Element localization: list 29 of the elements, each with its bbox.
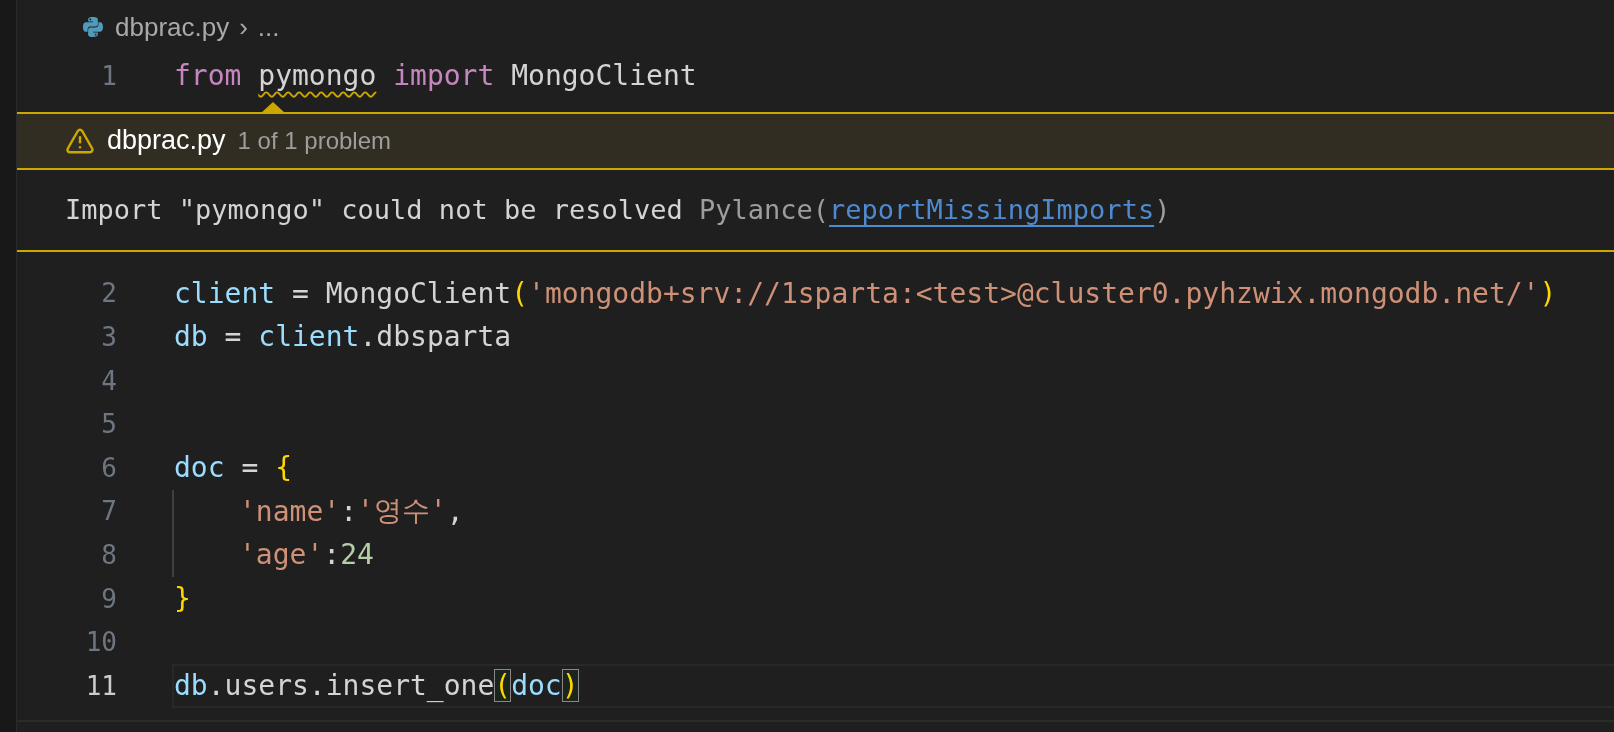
code-line: doc = { xyxy=(173,450,293,487)
problem-message: Import "pymongo" could not be resolved xyxy=(65,194,684,226)
rule-link[interactable]: reportMissingImports xyxy=(829,194,1155,226)
line-number: 9 xyxy=(100,583,117,614)
code-line: 'age':24 xyxy=(172,533,1614,577)
line-number: 5 xyxy=(100,409,117,440)
closing-paren: ) xyxy=(1154,194,1171,226)
current-code-line: db.users.insert_one(doc) xyxy=(172,663,1614,708)
line-number: 10 xyxy=(84,627,117,658)
line-number: 7 xyxy=(100,496,117,527)
problem-count: 1 of 1 problem xyxy=(237,126,391,155)
breadcrumb-more[interactable]: ... xyxy=(257,11,280,43)
line-number: 4 xyxy=(100,365,117,396)
code-line: from pymongo import MongoClient xyxy=(173,58,698,95)
code-line: db = client.dbsparta xyxy=(173,319,513,356)
breadcrumb-file[interactable]: dbprac.py xyxy=(115,11,230,43)
code-line: client = MongoClient('mongodb+srv://1sparta:<test>@cluster0.pyhzwix.mongodb.net/') xyxy=(173,275,1558,312)
code-line: } xyxy=(173,581,192,618)
breadcrumb-separator: › xyxy=(239,11,248,43)
line-number: 1 xyxy=(100,60,117,91)
code-line: 'name':'영수', xyxy=(172,489,1614,534)
problem-file-name: dbprac.py xyxy=(107,125,226,157)
line-number: 6 xyxy=(100,452,117,483)
problem-source: Pylance( xyxy=(699,194,830,226)
line-number: 2 xyxy=(100,278,117,309)
line-number: 3 xyxy=(100,322,117,352)
line-number: 11 xyxy=(84,670,117,701)
line-number: 8 xyxy=(100,539,117,570)
python-file-icon xyxy=(81,15,105,39)
